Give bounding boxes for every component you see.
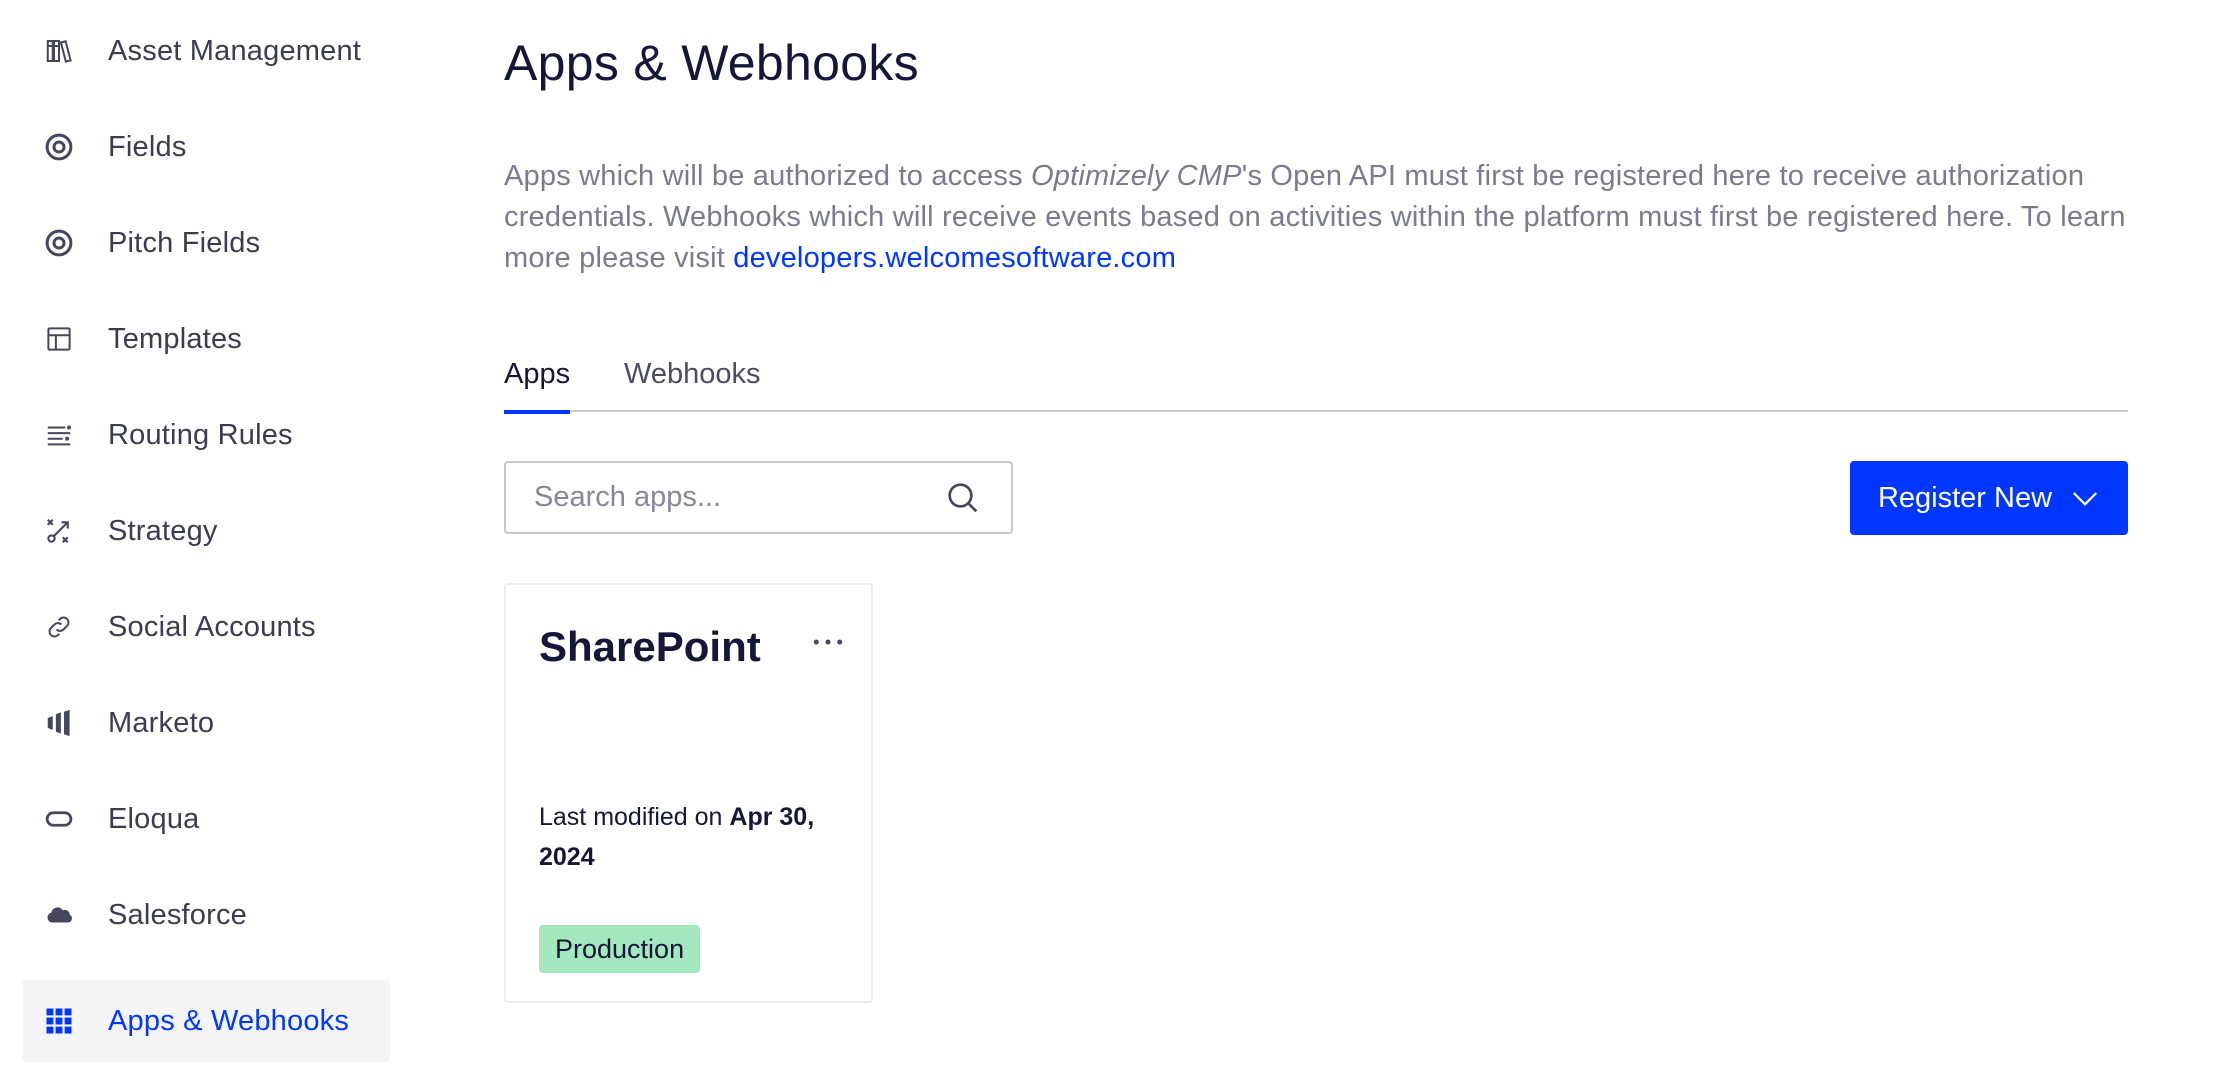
page-description: Apps which will be authorized to access … (504, 156, 2130, 279)
template-icon (42, 322, 76, 356)
sidebar-item-label: Strategy (108, 514, 218, 547)
eloqua-icon (42, 802, 76, 836)
last-modified-prefix: Last modified on (539, 803, 730, 831)
search-box (504, 461, 1013, 534)
product-name: Optimizely CMP (1031, 160, 1242, 192)
cloud-icon (42, 898, 76, 932)
sidebar-item-label: Pitch Fields (108, 226, 261, 259)
app-root: Asset Management Fields Pitch Fields Tem… (0, 0, 2214, 1068)
app-name: SharePoint (539, 623, 761, 670)
target-icon (42, 130, 76, 164)
sidebar-item-marketo[interactable]: Marketo (22, 682, 390, 764)
more-options-icon[interactable] (806, 625, 850, 659)
main-content: Apps & Webhooks Apps which will be autho… (504, 0, 2130, 1068)
search-icon[interactable] (943, 478, 983, 518)
chevron-down-icon (2072, 492, 2098, 506)
register-new-button[interactable]: Register New (1850, 461, 2128, 535)
sidebar-item-label: Routing Rules (108, 418, 293, 451)
marketo-icon (42, 706, 76, 740)
sidebar-item-label: Fields (108, 130, 187, 163)
sidebar-item-templates[interactable]: Templates (22, 298, 390, 380)
sidebar-item-label: Social Accounts (108, 610, 316, 643)
sidebar-item-social-accounts[interactable]: Social Accounts (22, 586, 390, 668)
sidebar-item-apps-webhooks[interactable]: Apps & Webhooks (22, 980, 390, 1062)
tab-apps[interactable]: Apps (504, 352, 571, 414)
sidebar-item-label: Asset Management (108, 34, 362, 67)
page-title: Apps & Webhooks (504, 35, 919, 91)
sidebar-item-routing-rules[interactable]: Routing Rules (22, 394, 390, 476)
sidebar-item-asset-management[interactable]: Asset Management (22, 10, 390, 92)
routing-icon (42, 418, 76, 452)
tab-bar: Apps Webhooks (504, 352, 2128, 414)
register-new-label: Register New (1877, 481, 2053, 514)
sidebar-item-label: Eloqua (108, 802, 200, 835)
description-text: Apps which will be authorized to access (504, 160, 1032, 192)
sidebar: Asset Management Fields Pitch Fields Tem… (0, 0, 400, 1068)
sidebar-item-eloqua[interactable]: Eloqua (22, 778, 390, 860)
sidebar-item-salesforce[interactable]: Salesforce (22, 874, 390, 956)
books-icon (42, 34, 76, 68)
app-card[interactable]: SharePoint Last modified on Apr 30, 2024… (504, 583, 873, 1003)
status-badge: Production (539, 925, 701, 973)
link-icon (42, 610, 76, 644)
search-input[interactable] (506, 463, 943, 532)
grid-icon (42, 1004, 76, 1038)
last-modified: Last modified on Apr 30, 2024 (539, 797, 859, 877)
sidebar-item-label: Salesforce (108, 898, 248, 931)
sidebar-item-fields[interactable]: Fields (22, 106, 390, 188)
sidebar-item-label: Marketo (108, 706, 215, 739)
strategy-icon (42, 514, 76, 548)
target-icon (42, 226, 76, 260)
sidebar-item-strategy[interactable]: Strategy (22, 490, 390, 572)
sidebar-item-label: Apps & Webhooks (108, 1004, 350, 1037)
sidebar-item-label: Templates (108, 322, 242, 355)
tab-webhooks[interactable]: Webhooks (624, 352, 761, 412)
sidebar-item-pitch-fields[interactable]: Pitch Fields (22, 202, 390, 284)
developers-link[interactable]: developers.welcomesoftware.com (733, 242, 1176, 274)
